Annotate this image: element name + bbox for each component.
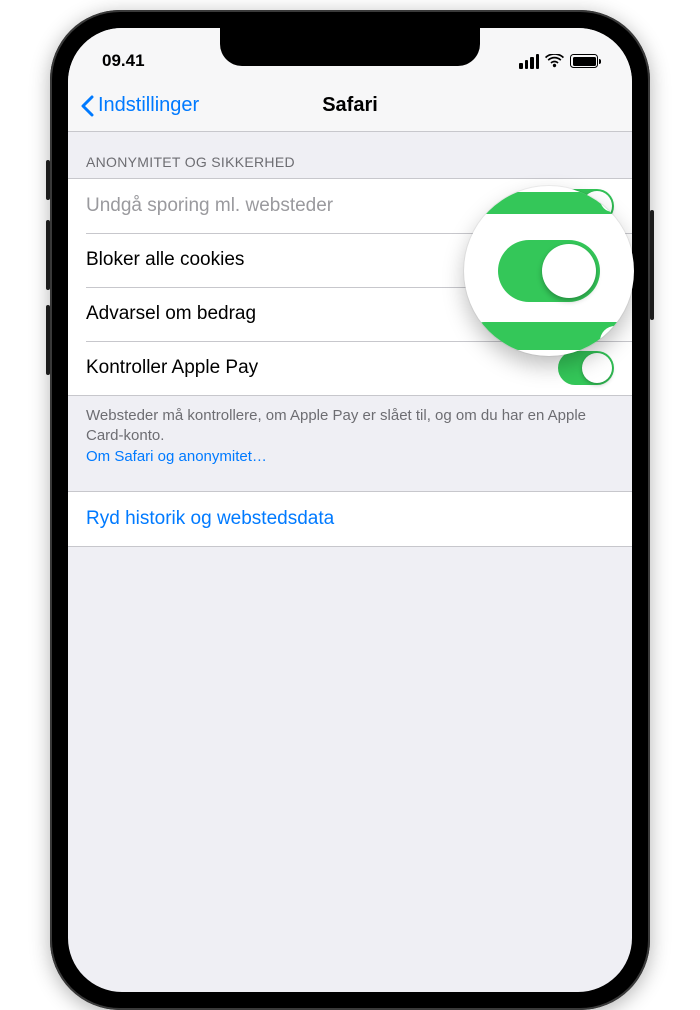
wifi-icon	[545, 54, 564, 68]
row-label: Kontroller Apple Pay	[86, 357, 258, 379]
back-button[interactable]: Indstillinger	[68, 94, 199, 117]
row-label: Bloker alle cookies	[86, 249, 244, 271]
footer-description: Websteder må kontrollere, om Apple Pay e…	[86, 407, 586, 444]
mute-switch	[46, 160, 50, 200]
screen: 09.41 Indstillinger Sa	[68, 28, 632, 992]
notch	[220, 28, 480, 66]
magnifier-edge-bottom-icon	[464, 322, 634, 350]
battery-icon	[570, 54, 598, 68]
clear-data-group: Ryd historik og webstedsdata	[68, 491, 632, 547]
volume-down-button	[46, 305, 50, 375]
magnified-toggle-on-icon	[498, 240, 600, 302]
toggle-check-apple-pay[interactable]	[558, 351, 614, 385]
row-label: Advarsel om bedrag	[86, 303, 256, 325]
row-label: Undgå sporing ml. websteder	[86, 195, 333, 217]
section-footer-privacy: Websteder må kontrollere, om Apple Pay e…	[68, 396, 632, 491]
section-header-privacy: ANONYMITET OG SIKKERHED	[68, 132, 632, 178]
magnifier-callout	[464, 186, 634, 356]
back-label: Indstillinger	[98, 94, 199, 117]
clear-history-label: Ryd historik og webstedsdata	[86, 508, 334, 530]
status-time: 09.41	[102, 51, 145, 71]
phone-frame: 09.41 Indstillinger Sa	[50, 10, 650, 1010]
about-safari-privacy-link[interactable]: Om Safari og anonymitet…	[86, 447, 267, 467]
nav-bar: Indstillinger Safari	[68, 80, 632, 132]
chevron-left-icon	[80, 95, 94, 117]
side-button	[650, 210, 654, 320]
magnifier-edge-top-icon	[464, 192, 634, 214]
volume-up-button	[46, 220, 50, 290]
cellular-signal-icon	[519, 54, 539, 69]
status-indicators	[519, 54, 598, 69]
clear-history-button[interactable]: Ryd historik og webstedsdata	[68, 492, 632, 546]
